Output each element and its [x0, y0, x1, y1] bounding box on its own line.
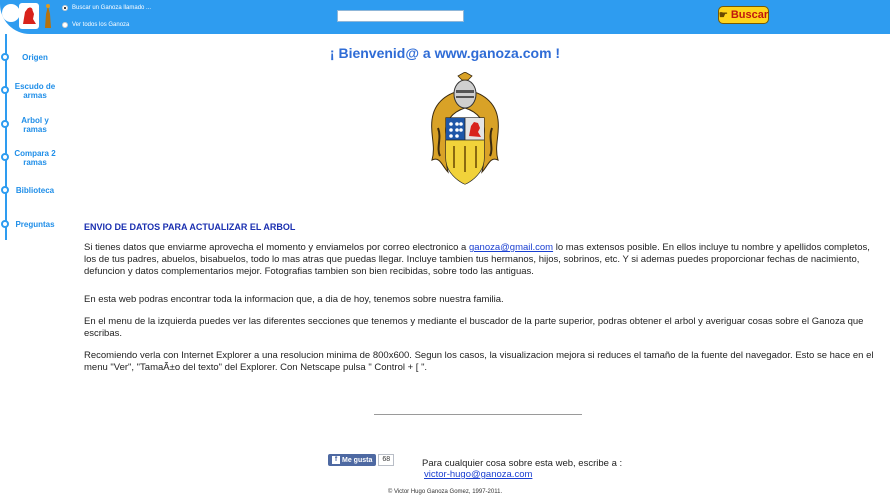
- like-label: Me gusta: [342, 456, 373, 464]
- search-button[interactable]: ☛ Buscar: [718, 6, 769, 24]
- search-input[interactable]: [337, 10, 464, 22]
- sidebar-item-label[interactable]: Biblioteca: [12, 186, 58, 195]
- sidebar-item-label[interactable]: Compara 2 ramas: [12, 149, 58, 167]
- contact-email-link[interactable]: victor-hugo@ganoza.com: [424, 469, 532, 480]
- contact-text: Para cualquier cosa sobre esta web, escr…: [422, 458, 623, 469]
- paragraph-info: En esta web podras encontrar toda la inf…: [84, 294, 504, 305]
- radio-search-label: Buscar un Ganoza llamado ...: [72, 5, 152, 11]
- para1-text-before: Si tienes datos que enviarme aprovecha e…: [84, 242, 469, 253]
- nav-dot-icon: [1, 120, 9, 128]
- nav-dot-icon: [1, 86, 9, 94]
- section-title: ENVIO DE DATOS PARA ACTUALIZAR EL ARBOL: [84, 222, 296, 232]
- nav-dot-icon: [1, 153, 9, 161]
- divider: [374, 414, 582, 415]
- like-button[interactable]: f Me gusta: [328, 454, 377, 466]
- figure-logo-icon: [45, 4, 51, 28]
- radio-button-checked[interactable]: [62, 5, 68, 11]
- radio-button[interactable]: [62, 22, 68, 28]
- coat-of-arms-image: [431, 72, 499, 185]
- sidebar-item-label[interactable]: Arbol y ramas: [12, 116, 58, 134]
- paragraph-send-data: Si tienes datos que enviarme aprovecha e…: [84, 242, 874, 278]
- facebook-icon: f: [332, 456, 340, 464]
- search-button-label: Buscar: [730, 9, 769, 21]
- radio-search-name[interactable]: Buscar un Ganoza llamado ...: [62, 5, 151, 11]
- nav-line: [5, 34, 7, 240]
- lion-logo-icon: [19, 3, 39, 29]
- facebook-like-button[interactable]: f Me gusta 68: [328, 454, 395, 466]
- paragraph-recommend: Recomiendo verla con Internet Explorer a…: [84, 350, 874, 373]
- sidebar-nav: Origen Escudo de armas Arbol y ramas Com…: [0, 34, 70, 240]
- hand-pointer-icon: ☛: [718, 9, 728, 21]
- page-title: ¡ Bienvenid@ a www.ganoza.com !: [329, 45, 561, 61]
- radio-view-all[interactable]: Ver todos los Ganoza: [62, 22, 129, 28]
- copyright: © Victor Hugo Ganoza Gomez, 1997-2011.: [387, 489, 503, 495]
- nav-dot-icon: [1, 186, 9, 194]
- sidebar-item-label[interactable]: Escudo de armas: [12, 82, 58, 100]
- contact-block: Para cualquier cosa sobre esta web, escr…: [422, 458, 622, 480]
- radio-all-label: Ver todos los Ganoza: [72, 22, 130, 28]
- like-count: 68: [378, 454, 395, 466]
- paragraph-menu: En el menu de la izquierda puedes ver la…: [84, 316, 864, 339]
- email-link-ganoza[interactable]: ganoza@gmail.com: [469, 242, 553, 253]
- top-bar: Buscar un Ganoza llamado ... Ver todos l…: [0, 0, 890, 34]
- sidebar-item-label[interactable]: Preguntas: [12, 220, 58, 229]
- nav-dot-icon: [1, 220, 9, 228]
